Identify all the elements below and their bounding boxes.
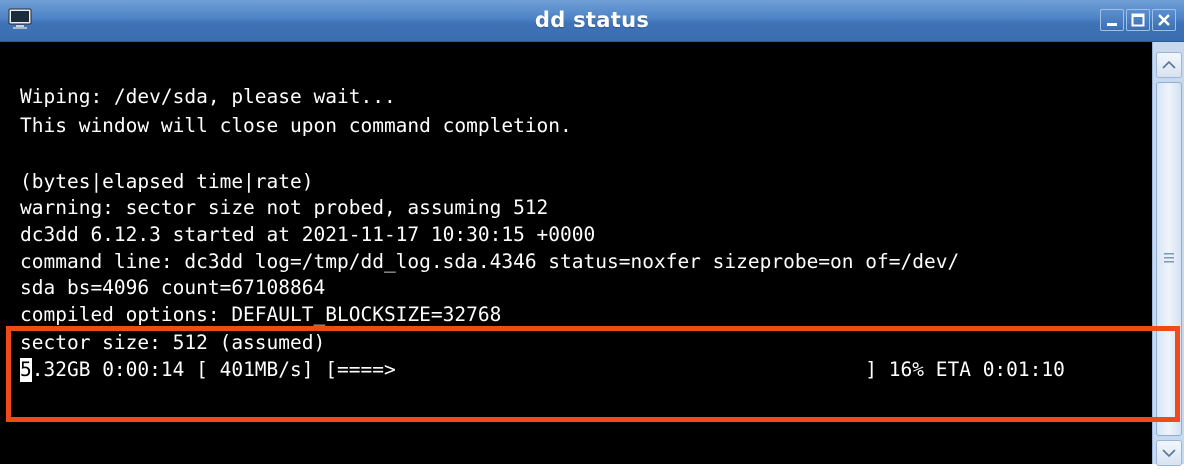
- progress-line: 5.32GB 0:00:14 [ 401MB/s] [====> ] 16% E…: [20, 358, 1065, 382]
- text-cursor: 5: [20, 358, 32, 382]
- terminal-line: (bytes|elapsed time|rate): [20, 170, 314, 193]
- terminal-output[interactable]: Wiping: /dev/sda, please wait... This wi…: [0, 42, 1152, 464]
- minimize-icon: [1107, 23, 1117, 26]
- maximize-icon: [1131, 13, 1145, 27]
- title-bar[interactable]: dd status: [0, 0, 1184, 42]
- terminal-line: This window will close upon command comp…: [20, 114, 572, 137]
- chevron-up-icon: [1162, 60, 1176, 69]
- scroll-up-button[interactable]: [1156, 52, 1182, 78]
- terminal-line: compiled options: DEFAULT_BLOCKSIZE=3276…: [20, 303, 502, 326]
- terminal-line: sda bs=4096 count=67108864: [20, 276, 326, 299]
- close-button[interactable]: [1152, 9, 1176, 31]
- close-icon: [1158, 14, 1170, 26]
- scroll-down-button[interactable]: [1156, 440, 1182, 466]
- grip-icon: [1164, 253, 1174, 263]
- terminal-line: sector size: 512 (assumed): [20, 331, 326, 354]
- chevron-down-icon: [1162, 449, 1176, 458]
- terminal-line: dc3dd 6.12.3 started at 2021-11-17 10:30…: [20, 223, 596, 246]
- terminal-line: warning: sector size not probed, assumin…: [20, 196, 549, 219]
- scroll-thumb[interactable]: [1156, 82, 1182, 436]
- minimize-button[interactable]: [1100, 9, 1124, 31]
- terminal-window: dd status Wiping: /dev/sda, please wait.…: [0, 0, 1184, 466]
- window-title: dd status: [534, 8, 650, 32]
- vertical-scrollbar[interactable]: [1152, 42, 1184, 466]
- terminal-line: Wiping: /dev/sda, please wait...: [20, 85, 396, 108]
- maximize-button[interactable]: [1126, 9, 1150, 31]
- progress-text: .32GB 0:00:14 [ 401MB/s] [====> ] 16% ET…: [31, 358, 1065, 381]
- terminal-line: command line: dc3dd log=/tmp/dd_log.sda.…: [20, 250, 960, 273]
